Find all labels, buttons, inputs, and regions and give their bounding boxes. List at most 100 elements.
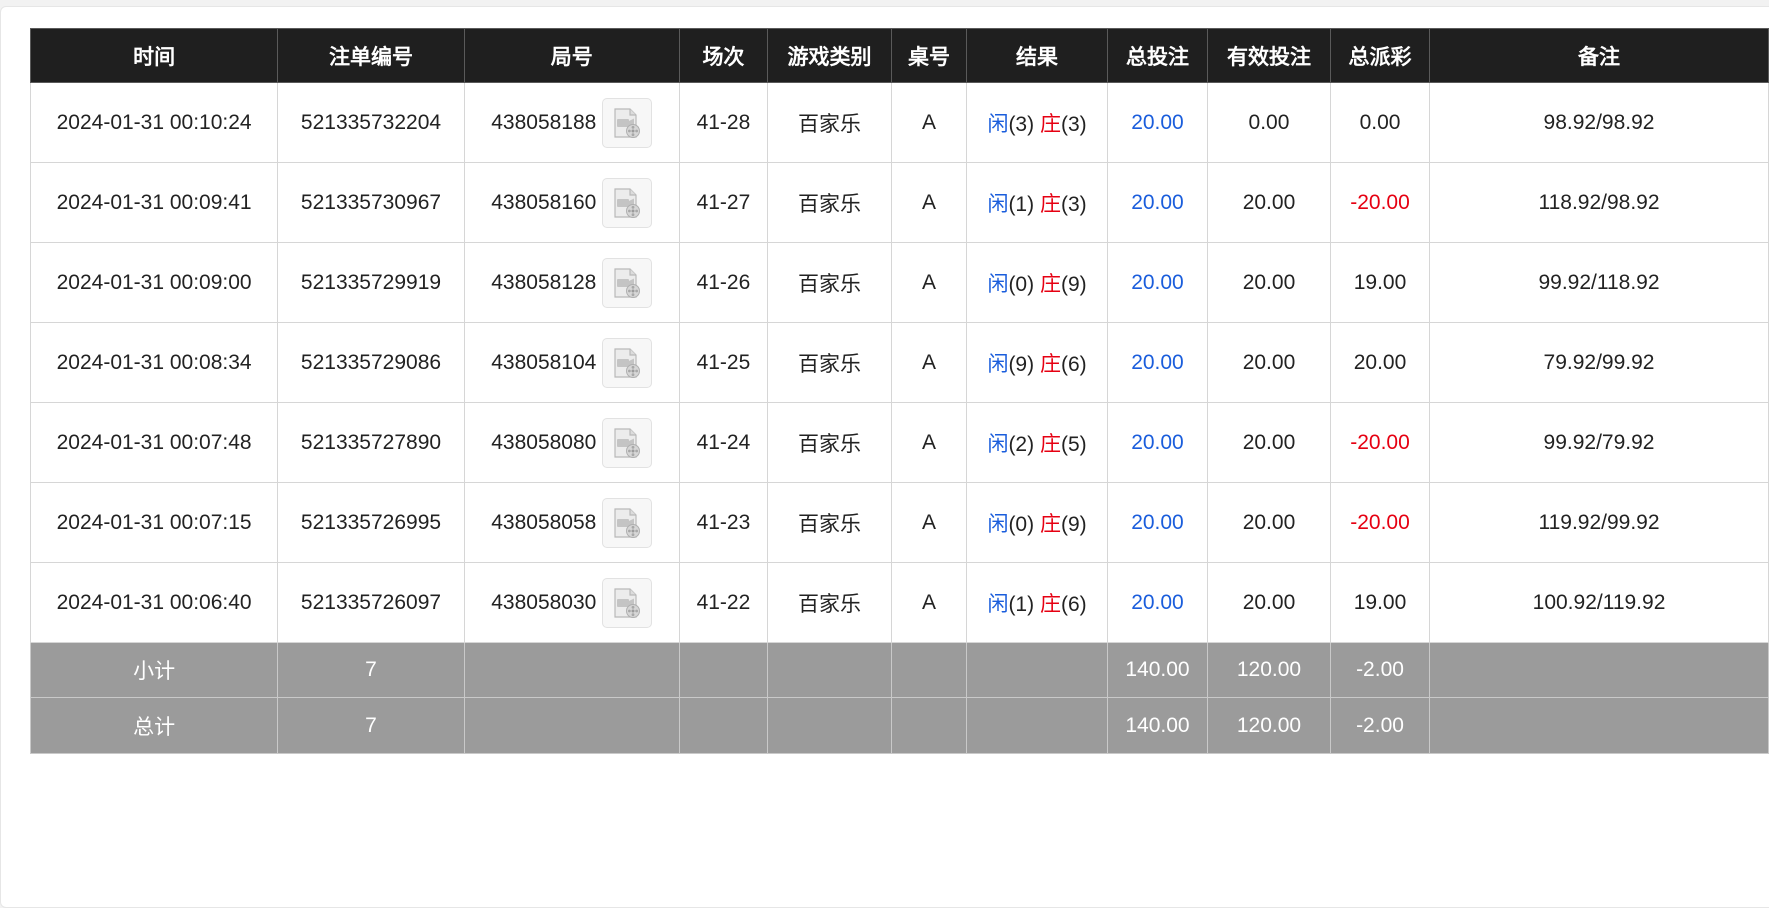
cell-session: 41-25 bbox=[678, 322, 769, 403]
banker-score: (6) bbox=[1060, 592, 1087, 616]
cell-result: 闲(9) 庄(6) bbox=[966, 322, 1108, 403]
cell-valid-bet: 0.00 bbox=[1207, 82, 1331, 163]
cell-round-no: 438058080 bbox=[463, 402, 680, 483]
round-no-text: 438058058 bbox=[491, 510, 597, 534]
cell-order-no: 521335726995 bbox=[277, 482, 465, 563]
cell-total-bet: 20.00 bbox=[1106, 402, 1209, 483]
cell-remark: 118.92/98.92 bbox=[1429, 162, 1769, 243]
cell-time: 2024-01-31 00:09:00 bbox=[29, 242, 279, 323]
player-score: (1) bbox=[1008, 592, 1035, 616]
table-row: 2024-01-31 00:07:48 521335727890 4380580… bbox=[29, 402, 1769, 483]
cell-total-bet: 20.00 bbox=[1106, 322, 1209, 403]
cell-game-type: 百家乐 bbox=[767, 482, 892, 563]
cell-time: 2024-01-31 00:08:34 bbox=[29, 322, 279, 403]
player-label: 闲 bbox=[987, 192, 1009, 216]
cell-result: 闲(0) 庄(9) bbox=[966, 242, 1108, 323]
cell-round-no: 438058188 bbox=[463, 82, 680, 163]
banker-score: (5) bbox=[1060, 432, 1087, 456]
cell-remark: 100.92/119.92 bbox=[1429, 562, 1769, 643]
video-replay-button[interactable] bbox=[602, 257, 653, 308]
cell-total-payout: -20.00 bbox=[1329, 402, 1431, 483]
cell-valid-bet: 20.00 bbox=[1207, 322, 1331, 403]
cell-total-payout: -20.00 bbox=[1329, 162, 1431, 243]
cell-order-no: 521335730967 bbox=[277, 162, 465, 243]
cell-total-payout: 19.00 bbox=[1329, 562, 1431, 643]
banker-label: 庄 bbox=[1039, 272, 1061, 296]
cell-table-no: A bbox=[890, 562, 968, 643]
table-row: 2024-01-31 00:08:34 521335729086 4380581… bbox=[29, 322, 1769, 403]
cell-table-no: A bbox=[890, 482, 968, 563]
video-replay-icon bbox=[614, 107, 641, 138]
cell-total-bet: 20.00 bbox=[1106, 82, 1209, 163]
col-header-result: 结果 bbox=[966, 28, 1108, 83]
cell-round-no: 438058030 bbox=[463, 562, 680, 643]
cell-round-no: 438058058 bbox=[463, 482, 680, 563]
cell-game-type: 百家乐 bbox=[767, 322, 892, 403]
cell-total-bet: 20.00 bbox=[1106, 562, 1209, 643]
cell-game-type: 百家乐 bbox=[767, 82, 892, 163]
cell-game-type: 百家乐 bbox=[767, 242, 892, 323]
cell-total-bet: 20.00 bbox=[1106, 242, 1209, 323]
cell-remark: 99.92/118.92 bbox=[1429, 242, 1769, 323]
cell-session: 41-24 bbox=[678, 402, 769, 483]
banker-score: (3) bbox=[1060, 192, 1087, 216]
banker-label: 庄 bbox=[1039, 432, 1061, 456]
video-replay-button[interactable] bbox=[602, 177, 653, 228]
cell-round-no: 438058128 bbox=[463, 242, 680, 323]
video-replay-button[interactable] bbox=[602, 97, 653, 148]
subtotal-row: 小计 7 140.00 120.00 -2.00 bbox=[29, 642, 1769, 698]
total-count: 7 bbox=[277, 697, 465, 754]
cell-table-no: A bbox=[890, 322, 968, 403]
col-header-remark: 备注 bbox=[1429, 28, 1769, 83]
total-label: 总计 bbox=[29, 697, 279, 754]
cell-game-type: 百家乐 bbox=[767, 562, 892, 643]
total-payout: -2.00 bbox=[1329, 697, 1431, 754]
cell-valid-bet: 20.00 bbox=[1207, 482, 1331, 563]
banker-label: 庄 bbox=[1039, 592, 1061, 616]
col-header-round-no: 局号 bbox=[463, 28, 680, 83]
player-score: (0) bbox=[1008, 512, 1035, 536]
cell-order-no: 521335726097 bbox=[277, 562, 465, 643]
subtotal-label: 小计 bbox=[29, 642, 279, 698]
cell-session: 41-27 bbox=[678, 162, 769, 243]
banker-label: 庄 bbox=[1039, 352, 1061, 376]
cell-total-bet: 20.00 bbox=[1106, 482, 1209, 563]
video-replay-button[interactable] bbox=[602, 417, 653, 468]
table-row: 2024-01-31 00:06:40 521335726097 4380580… bbox=[29, 562, 1769, 643]
banker-score: (9) bbox=[1060, 512, 1087, 536]
cell-session: 41-22 bbox=[678, 562, 769, 643]
video-replay-icon bbox=[614, 347, 641, 378]
player-score: (1) bbox=[1008, 192, 1035, 216]
cell-table-no: A bbox=[890, 82, 968, 163]
player-score: (9) bbox=[1008, 352, 1035, 376]
video-replay-icon bbox=[614, 587, 641, 618]
banker-label: 庄 bbox=[1039, 192, 1061, 216]
subtotal-valid-bet: 120.00 bbox=[1207, 642, 1331, 698]
video-replay-button[interactable] bbox=[602, 497, 653, 548]
video-replay-button[interactable] bbox=[602, 337, 653, 388]
cell-session: 41-28 bbox=[678, 82, 769, 163]
cell-result: 闲(2) 庄(5) bbox=[966, 402, 1108, 483]
player-label: 闲 bbox=[987, 512, 1009, 536]
cell-total-payout: -20.00 bbox=[1329, 482, 1431, 563]
col-header-game-type: 游戏类别 bbox=[767, 28, 892, 83]
cell-remark: 98.92/98.92 bbox=[1429, 82, 1769, 163]
video-replay-icon bbox=[614, 427, 641, 458]
banker-score: (6) bbox=[1060, 352, 1087, 376]
round-no-text: 438058128 bbox=[491, 270, 597, 294]
video-replay-button[interactable] bbox=[602, 577, 653, 628]
cell-session: 41-23 bbox=[678, 482, 769, 563]
cell-time: 2024-01-31 00:07:15 bbox=[29, 482, 279, 563]
player-label: 闲 bbox=[987, 112, 1009, 136]
round-no-text: 438058030 bbox=[491, 590, 597, 614]
cell-game-type: 百家乐 bbox=[767, 162, 892, 243]
cell-result: 闲(1) 庄(6) bbox=[966, 562, 1108, 643]
total-row: 总计 7 140.00 120.00 -2.00 bbox=[29, 697, 1769, 754]
player-label: 闲 bbox=[987, 432, 1009, 456]
cell-result: 闲(0) 庄(9) bbox=[966, 482, 1108, 563]
player-score: (2) bbox=[1008, 432, 1035, 456]
cell-remark: 99.92/79.92 bbox=[1429, 402, 1769, 483]
cell-time: 2024-01-31 00:10:24 bbox=[29, 82, 279, 163]
table-row: 2024-01-31 00:10:24 521335732204 4380581… bbox=[29, 82, 1769, 163]
cell-total-payout: 0.00 bbox=[1329, 82, 1431, 163]
